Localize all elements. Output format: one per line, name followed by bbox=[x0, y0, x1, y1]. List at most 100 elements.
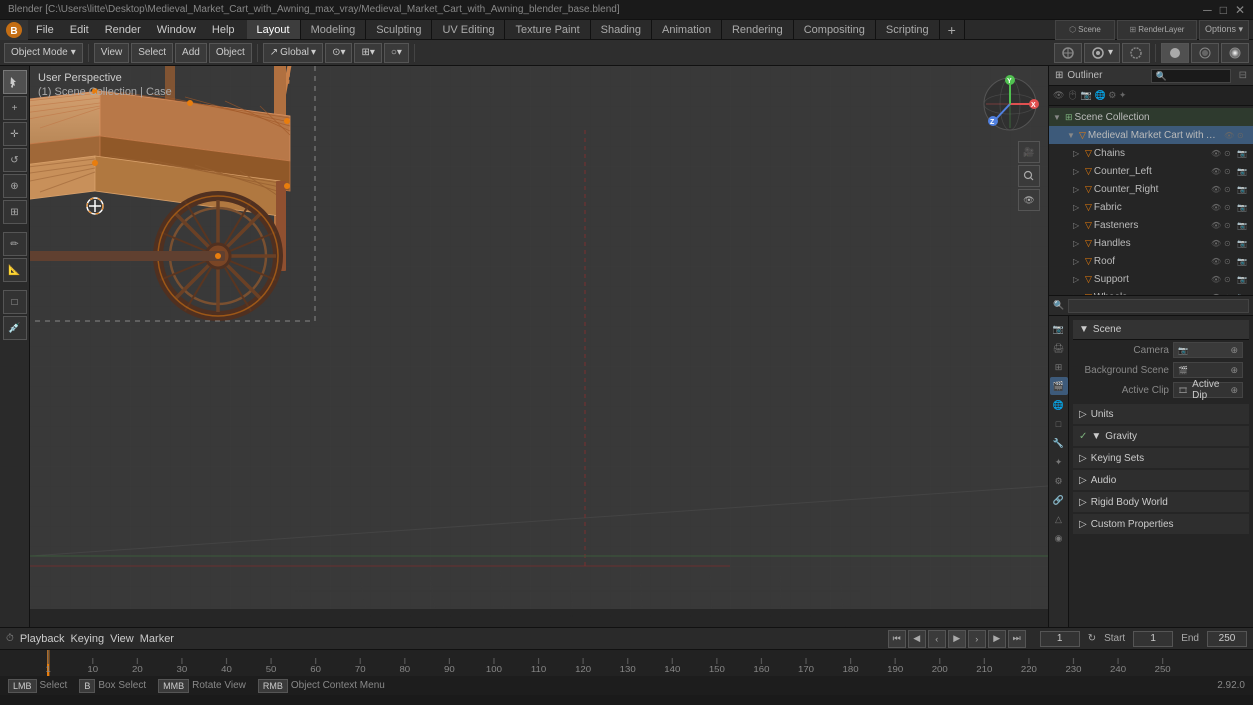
timeline-ruler[interactable]: 1 10 20 30 40 50 60 70 80 90 100 110 120 bbox=[0, 650, 1253, 676]
material-shade-btn[interactable] bbox=[1191, 43, 1219, 63]
props-tab-object[interactable]: □ bbox=[1050, 415, 1068, 433]
transform-tool[interactable]: ⊞ bbox=[3, 200, 27, 224]
support-cursor[interactable]: ⊙ bbox=[1224, 275, 1236, 284]
select-tool[interactable] bbox=[3, 70, 27, 94]
workspace-uv[interactable]: UV Editing bbox=[432, 20, 505, 39]
roof-render[interactable]: 📷 bbox=[1237, 257, 1249, 266]
cleft-cursor[interactable]: ⊙ bbox=[1224, 167, 1236, 176]
props-tab-material[interactable]: ◉ bbox=[1050, 529, 1068, 547]
pivot-btn[interactable]: ⊙▾ bbox=[325, 43, 352, 63]
roof-cursor[interactable]: ⊙ bbox=[1224, 257, 1236, 266]
move-tool[interactable]: ✛ bbox=[3, 122, 27, 146]
rigid-body-section[interactable]: ▷ Rigid Body World bbox=[1073, 492, 1249, 512]
fabric-eye[interactable]: 👁 bbox=[1211, 203, 1223, 212]
3d-viewport[interactable]: User Perspective (1) Scene Collection | … bbox=[30, 66, 1048, 627]
outliner-item-fabric[interactable]: ▷ ▽ Fabric 👁 ⊙ 📷 bbox=[1049, 198, 1253, 216]
outliner-search-input[interactable] bbox=[1151, 69, 1231, 83]
outliner-item-chains[interactable]: ▷ ▽ Chains 👁 ⊙ 📷 bbox=[1049, 144, 1253, 162]
props-tab-world[interactable]: 🌐 bbox=[1050, 396, 1068, 414]
scale-tool[interactable]: ⊕ bbox=[3, 174, 27, 198]
cright-render[interactable]: 📷 bbox=[1237, 185, 1249, 194]
custom-properties-section[interactable]: ▷ Custom Properties bbox=[1073, 514, 1249, 534]
measure-tool[interactable]: 📐 bbox=[3, 258, 27, 282]
scene-section-header[interactable]: ▼ Scene bbox=[1073, 320, 1249, 340]
rotate-tool[interactable]: ↺ bbox=[3, 148, 27, 172]
outliner-item-roof[interactable]: ▷ ▽ Roof 👁 ⊙ 📷 bbox=[1049, 252, 1253, 270]
keying-tab[interactable]: Keying bbox=[70, 633, 104, 645]
workspace-compositing[interactable]: Compositing bbox=[794, 20, 876, 39]
marker-tab[interactable]: Marker bbox=[140, 633, 174, 645]
jump-end-btn[interactable]: ⏭ bbox=[1008, 630, 1026, 648]
maximize-btn[interactable]: □ bbox=[1220, 3, 1227, 17]
workspace-modeling[interactable]: Modeling bbox=[301, 20, 367, 39]
fast-render[interactable]: 📷 bbox=[1237, 221, 1249, 230]
jump-start-btn[interactable]: ⏮ bbox=[888, 630, 906, 648]
cursor-tool[interactable]: + bbox=[3, 96, 27, 120]
cleft-eye[interactable]: 👁 bbox=[1211, 167, 1223, 176]
options-btn[interactable]: Options ▾ bbox=[1199, 20, 1249, 40]
props-tab-particles[interactable]: ✦ bbox=[1050, 453, 1068, 471]
menu-help[interactable]: Help bbox=[204, 20, 243, 39]
annotate-tool[interactable]: ✏ bbox=[3, 232, 27, 256]
outliner-item-counter-right[interactable]: ▷ ▽ Counter_Right 👁 ⊙ 📷 bbox=[1049, 180, 1253, 198]
viewport-overlays-btn[interactable]: ▾ bbox=[1084, 43, 1120, 63]
outliner-scene-collection[interactable]: ▼ ⊞ Scene Collection bbox=[1049, 108, 1253, 126]
xray-toggle[interactable] bbox=[1122, 43, 1150, 63]
view-menu[interactable]: View bbox=[94, 43, 130, 63]
handles-render[interactable]: 📷 bbox=[1237, 239, 1249, 248]
select-menu[interactable]: Select bbox=[131, 43, 173, 63]
minimize-btn[interactable]: ─ bbox=[1203, 3, 1212, 17]
add-cube-tool[interactable]: □ bbox=[3, 290, 27, 314]
menu-window[interactable]: Window bbox=[149, 20, 204, 39]
add-workspace-btn[interactable]: + bbox=[940, 20, 965, 39]
units-section[interactable]: ▷ Units bbox=[1073, 404, 1249, 424]
fast-cursor[interactable]: ⊙ bbox=[1224, 221, 1236, 230]
cleft-render[interactable]: 📷 bbox=[1237, 167, 1249, 176]
wheels-eye[interactable]: 👁 bbox=[1211, 293, 1223, 296]
next-frame-btn[interactable]: › bbox=[968, 630, 986, 648]
cright-eye[interactable]: 👁 bbox=[1211, 185, 1223, 194]
playback-label[interactable]: Playback bbox=[20, 633, 65, 645]
workspace-rendering[interactable]: Rendering bbox=[722, 20, 794, 39]
fabric-render[interactable]: 📷 bbox=[1237, 203, 1249, 212]
props-tab-render[interactable]: 📷 bbox=[1050, 320, 1068, 338]
eyedropper-tool[interactable]: 💉 bbox=[3, 316, 27, 340]
walkthrough-btn[interactable]: 👁 bbox=[1018, 189, 1040, 211]
play-btn[interactable]: ▶ bbox=[948, 630, 966, 648]
support-render[interactable]: 📷 bbox=[1237, 275, 1249, 284]
proportional-btn[interactable]: ○▾ bbox=[384, 43, 409, 63]
props-tab-modifier[interactable]: 🔧 bbox=[1050, 434, 1068, 452]
active-clip-pick[interactable]: ⊕ bbox=[1230, 385, 1238, 396]
wheels-cursor[interactable]: ⊙ bbox=[1224, 293, 1236, 296]
cart-select-icon[interactable]: ⊙ bbox=[1237, 131, 1249, 140]
workspace-shading[interactable]: Shading bbox=[591, 20, 652, 39]
keying-sets-section[interactable]: ▷ Keying Sets bbox=[1073, 448, 1249, 468]
props-tab-scene[interactable]: 🎬 bbox=[1050, 377, 1068, 395]
handles-eye[interactable]: 👁 bbox=[1211, 239, 1223, 248]
solid-shade-btn[interactable] bbox=[1161, 43, 1189, 63]
outliner-item-support[interactable]: ▷ ▽ Support 👁 ⊙ 📷 bbox=[1049, 270, 1253, 288]
workspace-animation[interactable]: Animation bbox=[652, 20, 722, 39]
current-frame-input[interactable]: 1 bbox=[1040, 631, 1080, 647]
render-layer-selector[interactable]: ⊞ RenderLayer bbox=[1117, 20, 1197, 40]
close-btn[interactable]: ✕ bbox=[1235, 3, 1245, 17]
props-tab-output[interactable]: 🖨 bbox=[1050, 339, 1068, 357]
viewport-navigation-gizmo[interactable]: X Y Z bbox=[980, 74, 1040, 134]
mode-selector[interactable]: Object Mode ▾ bbox=[4, 43, 83, 63]
props-tab-data[interactable]: △ bbox=[1050, 510, 1068, 528]
workspace-sculpting[interactable]: Sculpting bbox=[366, 20, 432, 39]
outliner-item-cart[interactable]: ▼ ▽ Medieval Market Cart with Awning 👁 ⊙ bbox=[1049, 126, 1253, 144]
workspace-texture-paint[interactable]: Texture Paint bbox=[505, 20, 590, 39]
wheels-render[interactable]: 📷 bbox=[1237, 293, 1249, 296]
viewport-zoom-btn[interactable] bbox=[1018, 165, 1040, 187]
outliner-item-handles[interactable]: ▷ ▽ Handles 👁 ⊙ 📷 bbox=[1049, 234, 1253, 252]
add-menu[interactable]: Add bbox=[175, 43, 207, 63]
gravity-section[interactable]: ✓ ▼ Gravity bbox=[1073, 426, 1249, 446]
audio-section[interactable]: ▷ Audio bbox=[1073, 470, 1249, 490]
bg-scene-pick[interactable]: ⊕ bbox=[1230, 365, 1238, 376]
fabric-cursor[interactable]: ⊙ bbox=[1224, 203, 1236, 212]
transform-selector[interactable]: ↗ Global ▾ bbox=[263, 43, 323, 63]
active-clip-value-field[interactable]: 🎞 Active Dip ⊕ bbox=[1173, 382, 1243, 398]
camera-value-field[interactable]: 📷 ⊕ bbox=[1173, 342, 1243, 358]
snap-btn[interactable]: ⊞▾ bbox=[354, 43, 381, 63]
